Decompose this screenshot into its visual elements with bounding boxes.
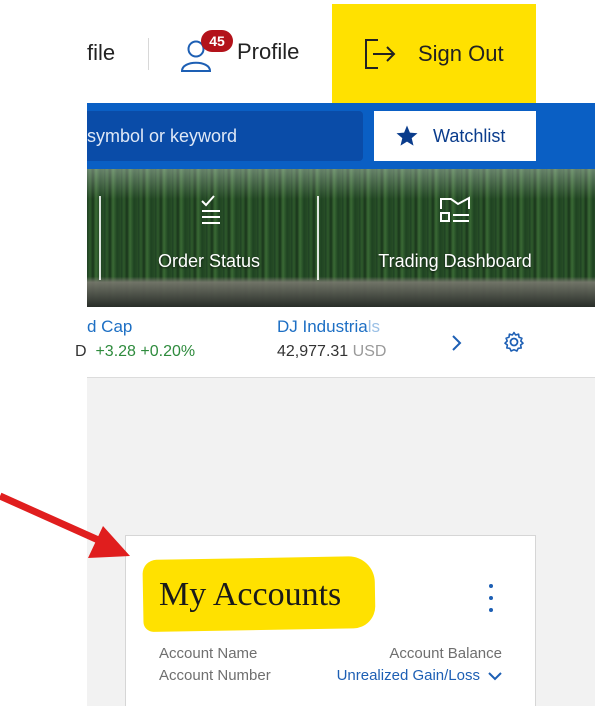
ticker-name[interactable]: d Cap	[75, 317, 195, 337]
banner-divider	[317, 196, 319, 280]
sign-out-label: Sign Out	[418, 40, 504, 66]
trading-dashboard-link[interactable]: Trading Dashboard	[373, 195, 537, 281]
checklist-icon	[201, 195, 220, 224]
market-ticker: d Cap D +3.28 +0.20% DJ Industrials 42,9…	[75, 307, 595, 378]
chevron-down-icon	[488, 672, 502, 681]
search-bar: Watchlist	[87, 103, 595, 169]
ticker-value: D +3.28 +0.20%	[75, 343, 195, 361]
ticker-price: 42,977.31	[277, 343, 349, 360]
account-number-header: Account Number	[159, 667, 271, 684]
profile-icon: 45	[179, 30, 233, 74]
ticker-name-faded: ls	[367, 317, 380, 336]
more-options-icon[interactable]	[484, 584, 498, 612]
ticker-price: D	[75, 343, 87, 360]
dashboard-icon	[440, 196, 470, 222]
trading-dashboard-label: Trading Dashboard	[378, 251, 532, 271]
star-icon	[396, 125, 418, 146]
watchlist-label: Watchlist	[433, 125, 506, 146]
watchlist-button[interactable]: Watchlist	[374, 111, 536, 161]
left-margin	[0, 0, 87, 706]
ticker-change-pct: +0.20%	[140, 343, 196, 360]
ticker-item: DJ Industrials 42,977.31 USD	[277, 317, 386, 361]
gain-loss-dropdown[interactable]: Unrealized Gain/Loss	[337, 665, 502, 687]
gear-icon[interactable]	[502, 330, 526, 354]
chevron-right-icon[interactable]	[447, 331, 467, 355]
banner-divider	[99, 196, 101, 280]
ticker-value: 42,977.31 USD	[277, 343, 386, 361]
header-divider	[148, 38, 149, 70]
sign-out-icon	[365, 38, 396, 69]
ticker-item: d Cap D +3.28 +0.20%	[75, 317, 195, 361]
top-header: file 45 Profile Sign Out	[87, 0, 595, 103]
account-name-header: Account Name	[159, 645, 258, 662]
annotation-arrow-icon	[0, 492, 130, 558]
ticker-name-main: DJ Industria	[277, 317, 368, 336]
profile-button[interactable]: 45 Profile	[179, 22, 299, 82]
ticker-change: +3.28	[95, 343, 136, 360]
truncated-nav-link[interactable]: file	[87, 40, 115, 66]
gain-loss-label: Unrealized Gain/Loss	[336, 667, 480, 684]
ticker-name[interactable]: DJ Industrials	[277, 317, 386, 337]
order-status-link[interactable]: Order Status	[153, 195, 265, 281]
order-status-label: Order Status	[157, 251, 261, 271]
account-columns-right: Account Balance Unrealized Gain/Loss	[337, 643, 502, 687]
my-accounts-card: My Accounts Account Name Account Number …	[125, 535, 536, 706]
account-balance-header: Account Balance	[389, 645, 502, 662]
sign-out-button[interactable]: Sign Out	[332, 4, 536, 103]
profile-label: Profile	[237, 39, 300, 64]
account-columns-left: Account Name Account Number	[159, 643, 271, 687]
quick-links-banner: Order Status Trading Dashboard	[87, 169, 595, 307]
card-title: My Accounts	[159, 576, 342, 613]
notification-badge: 45	[201, 30, 233, 52]
search-input[interactable]	[87, 111, 363, 161]
ticker-unit: USD	[352, 343, 387, 360]
